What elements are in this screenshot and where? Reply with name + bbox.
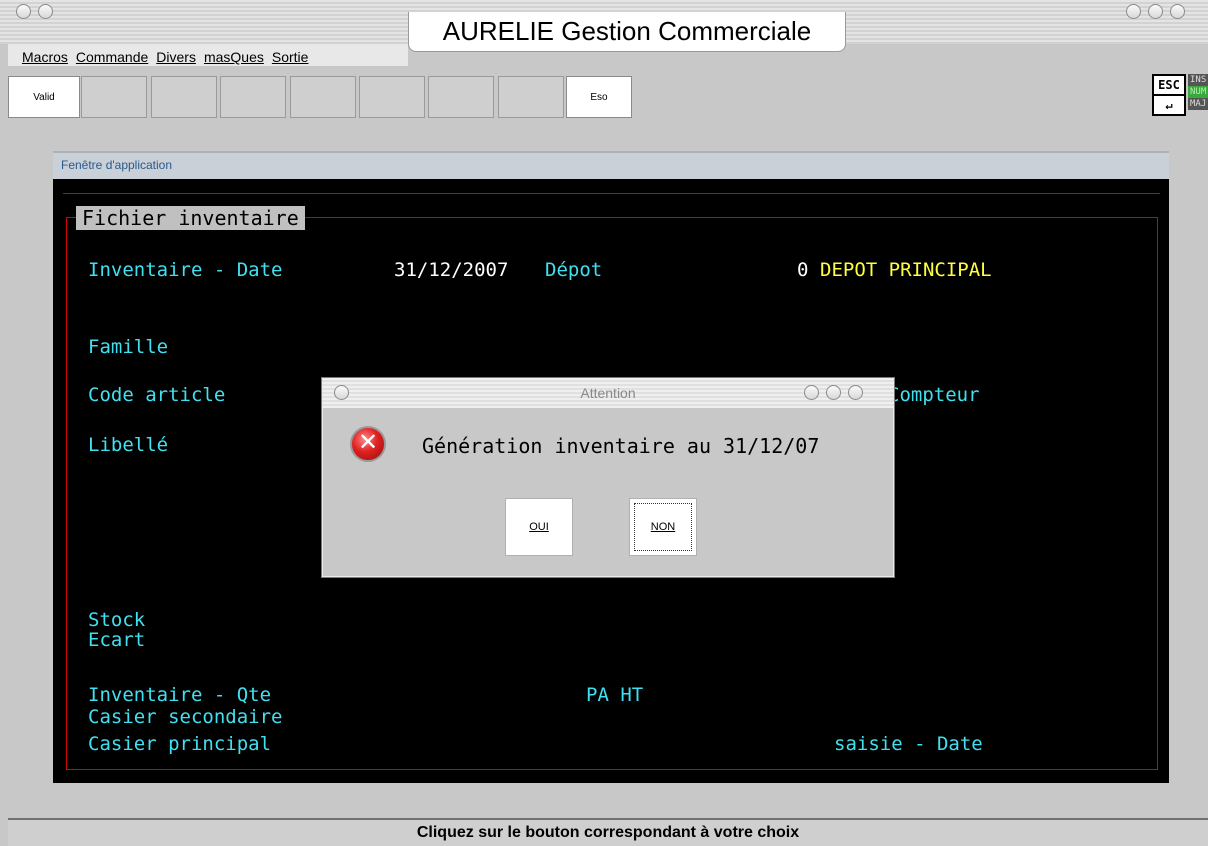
dialog-close-icon[interactable]	[334, 385, 349, 400]
inventaire-date-value[interactable]: 31/12/2007	[394, 259, 508, 281]
dialog-control-icon-1[interactable]	[804, 385, 819, 400]
status-bar: Cliquez sur le bouton correspondant à vo…	[8, 818, 1208, 846]
dialog-control-icon-3[interactable]	[848, 385, 863, 400]
error-icon: ✕	[350, 426, 386, 462]
compteur-label: Compteur	[888, 384, 980, 406]
application-window-title: Fenêtre d'application	[53, 151, 1169, 179]
toolbar-slot[interactable]	[498, 76, 564, 118]
maj-indicator: MAJ	[1188, 98, 1208, 110]
eso-label: Eso	[590, 91, 608, 103]
esc-label: ESC	[1158, 78, 1180, 92]
inventaire-date-label: Inventaire - Date	[88, 259, 283, 281]
ecart-label: Ecart	[88, 629, 146, 651]
dialog-title: Attention	[580, 385, 636, 401]
close-window-icon[interactable]	[16, 4, 31, 19]
depot-code[interactable]: 0	[797, 259, 808, 281]
casier-secondaire-label: Casier secondaire	[88, 706, 283, 728]
menu-item-macros[interactable]: Macros	[22, 49, 68, 66]
pa-ht-label: PA HT	[586, 684, 644, 706]
dialog-message: Génération inventaire au 31/12/07	[422, 434, 820, 458]
menu-item-sortie[interactable]: Sortie	[272, 49, 309, 66]
toolbar: Valid Eso ESC ↵ INS NUM MAJ	[8, 68, 1208, 118]
dialog-titlebar: Attention	[322, 378, 894, 408]
valid-label: Valid	[33, 91, 55, 103]
no-button[interactable]: NON	[629, 498, 697, 556]
window-control-icon-1[interactable]	[1126, 4, 1141, 19]
window-control-icon-2[interactable]	[1148, 4, 1163, 19]
attention-dialog: Attention ✕ Génération inventaire au 31/…	[321, 377, 895, 578]
toolbar-slot[interactable]	[290, 76, 356, 118]
saisie-date-label: saisie - Date	[834, 733, 983, 755]
menu-bar: Macros Commande Divers masQues Sortie	[8, 44, 408, 66]
stock-label: Stock	[88, 609, 146, 631]
menu-item-commande[interactable]: Commande	[76, 49, 148, 66]
yes-button[interactable]: OUI	[505, 498, 573, 556]
num-indicator: NUM	[1188, 86, 1208, 98]
libelle-label: Libellé	[88, 434, 169, 456]
toolbar-slot[interactable]	[81, 76, 147, 118]
esc-button[interactable]: ESC ↵	[1152, 74, 1186, 116]
no-label: NON	[650, 521, 676, 533]
eso-button[interactable]: Eso	[566, 76, 632, 118]
minimize-window-icon[interactable]	[38, 4, 53, 19]
yes-label: OUI	[529, 521, 549, 533]
window-title: AURELIE Gestion Commerciale	[408, 12, 846, 52]
frame-top-line	[63, 193, 1160, 194]
depot-label: Dépot	[545, 259, 603, 281]
ins-indicator: INS	[1188, 74, 1208, 86]
menu-item-masques[interactable]: masQues	[204, 49, 264, 66]
inventaire-qte-label: Inventaire - Qte	[88, 684, 272, 706]
valid-button[interactable]: Valid	[8, 76, 80, 118]
dialog-control-icon-2[interactable]	[826, 385, 841, 400]
toolbar-slot[interactable]	[359, 76, 425, 118]
menu-item-divers[interactable]: Divers	[156, 49, 196, 66]
section-title: Fichier inventaire	[76, 206, 305, 230]
casier-principal-label: Casier principal	[88, 733, 272, 755]
window-control-icon-3[interactable]	[1170, 4, 1185, 19]
code-article-label: Code article	[88, 384, 226, 406]
toolbar-slot[interactable]	[151, 76, 217, 118]
depot-name: DEPOT PRINCIPAL	[820, 259, 992, 281]
famille-label: Famille	[88, 336, 169, 358]
toolbar-slot[interactable]	[428, 76, 494, 118]
toolbar-slot[interactable]	[220, 76, 286, 118]
enter-icon: ↵	[1154, 94, 1184, 114]
